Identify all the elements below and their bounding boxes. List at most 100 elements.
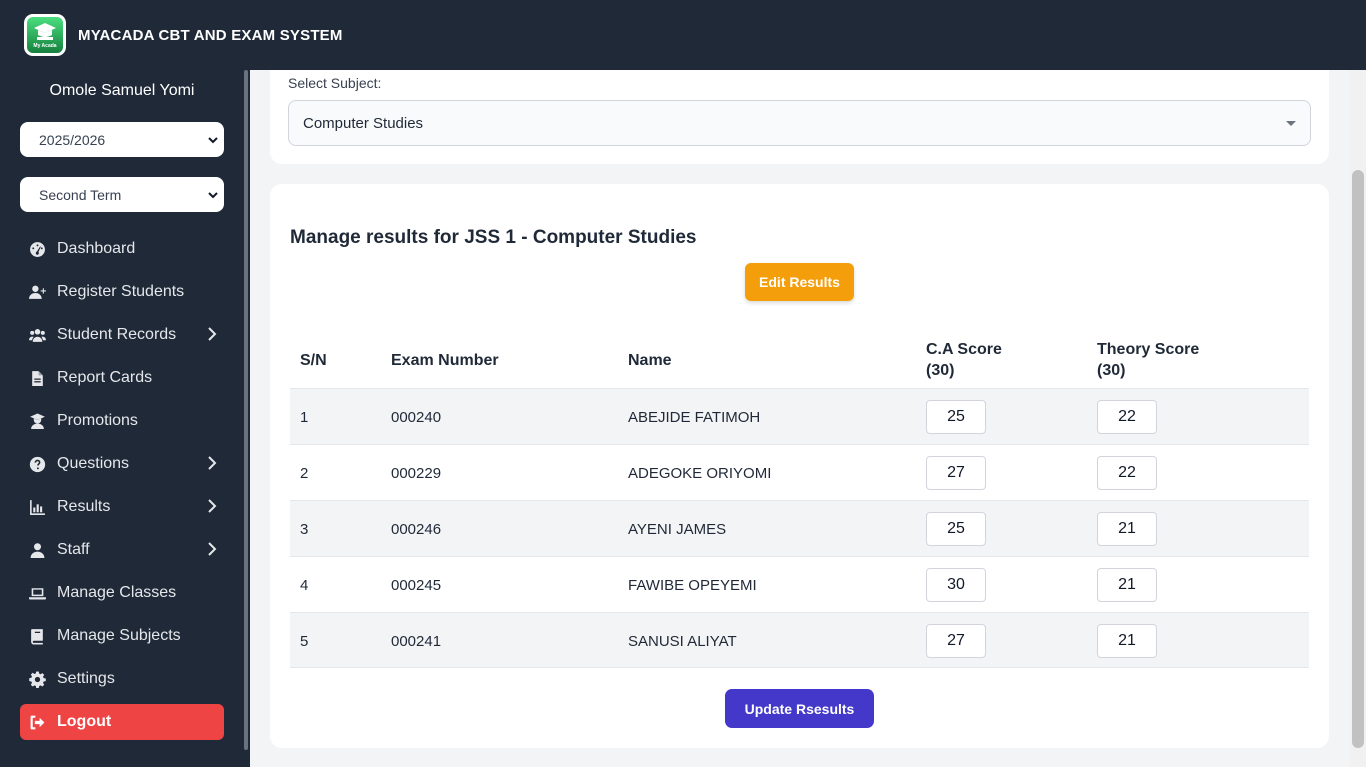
sidebar-item-report-cards[interactable]: Report Cards <box>20 360 224 396</box>
graduation-cap-icon <box>34 22 56 40</box>
sidebar-item-results[interactable]: Results <box>20 489 224 525</box>
logout-button[interactable]: Logout <box>20 704 224 740</box>
table-row: 5 000241 SANUSI ALIYAT 27 21 <box>290 612 1309 668</box>
ca-score-input[interactable]: 30 <box>926 568 986 602</box>
logout-icon <box>28 713 46 731</box>
chevron-right-icon <box>208 542 217 556</box>
sidebar-item-label: Questions <box>57 455 130 472</box>
session-select[interactable]: 2025/2026 <box>20 122 224 157</box>
ca-score-input[interactable]: 27 <box>926 624 986 658</box>
sidebar-item-staff[interactable]: Staff <box>20 532 224 568</box>
column-header-ca-score: C.A Score (30) <box>926 332 1002 388</box>
caret-down-icon <box>1286 121 1296 126</box>
sidebar-item-label: Manage Classes <box>57 584 177 601</box>
theory-score-input[interactable]: 21 <box>1097 512 1157 546</box>
file-icon <box>28 369 46 387</box>
gauge-icon <box>28 240 46 258</box>
sidebar-item-label: Settings <box>57 670 115 687</box>
app-logo[interactable]: My Acada <box>24 14 66 56</box>
cell-exam-number: 000246 <box>391 520 442 538</box>
cell-sn: 5 <box>300 632 309 650</box>
results-table: S/N Exam Number Name C.A Score (30) Theor… <box>290 332 1309 668</box>
top-bar: My Acada MYACADA CBT AND EXAM SYSTEM <box>0 0 1366 70</box>
subject-select[interactable]: Computer Studies <box>288 100 1311 146</box>
sidebar-item-questions[interactable]: Questions <box>20 446 224 482</box>
sidebar-item-label: Staff <box>57 541 90 558</box>
app-title: MYACADA CBT AND EXAM SYSTEM <box>78 26 343 44</box>
laptop-icon <box>28 584 46 602</box>
table-row: 2 000229 ADEGOKE ORIYOMI 27 22 <box>290 444 1309 500</box>
chevron-right-icon <box>208 456 217 470</box>
theory-score-input[interactable]: 21 <box>1097 568 1157 602</box>
term-select[interactable]: Second Term <box>20 177 224 212</box>
term-value: Second Term <box>39 186 122 203</box>
sidebar-item-label: Dashboard <box>57 240 136 257</box>
table-row: 4 000245 FAWIBE OPEYEMI 30 21 <box>290 556 1309 612</box>
ca-score-max: (30) <box>926 362 955 379</box>
cell-sn: 4 <box>300 576 309 594</box>
theory-score-label: Theory Score <box>1097 341 1200 358</box>
column-header-sn: S/N <box>300 351 327 369</box>
sidebar-item-label: Manage Subjects <box>57 627 181 644</box>
theory-score-input[interactable]: 22 <box>1097 456 1157 490</box>
subject-value: Computer Studies <box>303 114 424 132</box>
book-icon <box>28 627 46 645</box>
chevron-down-icon <box>208 136 218 143</box>
sidebar-item-settings[interactable]: Settings <box>20 661 224 697</box>
question-icon <box>28 455 46 473</box>
cell-exam-number: 000245 <box>391 576 442 594</box>
column-header-theory-score: Theory Score (30) <box>1097 332 1199 388</box>
cell-name: FAWIBE OPEYEMI <box>628 576 757 594</box>
users-icon <box>28 326 46 344</box>
cell-exam-number: 000240 <box>391 408 442 426</box>
user-plus-icon <box>28 283 46 301</box>
column-header-exam-number: Exam Number <box>391 351 499 369</box>
chevron-right-icon <box>208 499 217 513</box>
sidebar-item-manage-classes[interactable]: Manage Classes <box>20 575 224 611</box>
user-name: Omole Samuel Yomi <box>49 82 195 99</box>
theory-score-max: (30) <box>1097 362 1126 379</box>
theory-score-input[interactable]: 21 <box>1097 624 1157 658</box>
chevron-down-icon <box>208 191 218 198</box>
sidebar-item-manage-subjects[interactable]: Manage Subjects <box>20 618 224 654</box>
cell-exam-number: 000241 <box>391 632 442 650</box>
cell-sn: 2 <box>300 464 309 482</box>
table-header: S/N Exam Number Name C.A Score (30) Theor… <box>290 332 1309 388</box>
update-results-button[interactable]: Update Rsesults <box>725 689 874 728</box>
graduate-icon <box>28 412 46 430</box>
results-heading: Manage results for JSS 1 - Computer Stud… <box>290 227 697 248</box>
sidebar-item-promotions[interactable]: Promotions <box>20 403 224 439</box>
sidebar-scrollbar[interactable] <box>244 70 248 750</box>
cell-name: SANUSI ALIYAT <box>628 632 737 650</box>
chart-icon <box>28 498 46 516</box>
cell-name: ABEJIDE FATIMOH <box>628 408 761 426</box>
ca-score-input[interactable]: 25 <box>926 400 986 434</box>
logo-text: My Acada <box>33 42 57 49</box>
edit-results-button[interactable]: Edit Results <box>745 263 854 301</box>
logout-label: Logout <box>57 713 112 730</box>
sidebar-item-label: Results <box>57 498 111 515</box>
sidebar-item-student-records[interactable]: Student Records <box>20 317 224 353</box>
sidebar-item-register-students[interactable]: Register Students <box>20 274 224 310</box>
cell-sn: 1 <box>300 408 309 426</box>
cell-name: AYENI JAMES <box>628 520 727 538</box>
column-header-name: Name <box>628 351 672 369</box>
sidebar-item-dashboard[interactable]: Dashboard <box>20 231 224 267</box>
session-value: 2025/2026 <box>39 131 106 148</box>
sidebar-item-label: Report Cards <box>57 369 153 386</box>
ca-score-input[interactable]: 25 <box>926 512 986 546</box>
sidebar-item-label: Student Records <box>57 326 177 343</box>
ca-score-input[interactable]: 27 <box>926 456 986 490</box>
subject-label: Select Subject: <box>288 75 382 91</box>
cell-sn: 3 <box>300 520 309 538</box>
cell-name: ADEGOKE ORIYOMI <box>628 464 772 482</box>
sidebar-item-label: Promotions <box>57 412 138 429</box>
sidebar: Omole Samuel Yomi 2025/2026 Second Term … <box>0 70 250 767</box>
table-row: 1 000240 ABEJIDE FATIMOH 25 22 <box>290 388 1309 444</box>
table-row: 3 000246 AYENI JAMES 25 21 <box>290 500 1309 556</box>
cell-exam-number: 000229 <box>391 464 442 482</box>
user-icon <box>28 541 46 559</box>
main-scrollbar-thumb[interactable] <box>1352 170 1364 748</box>
gear-icon <box>28 670 46 688</box>
theory-score-input[interactable]: 22 <box>1097 400 1157 434</box>
